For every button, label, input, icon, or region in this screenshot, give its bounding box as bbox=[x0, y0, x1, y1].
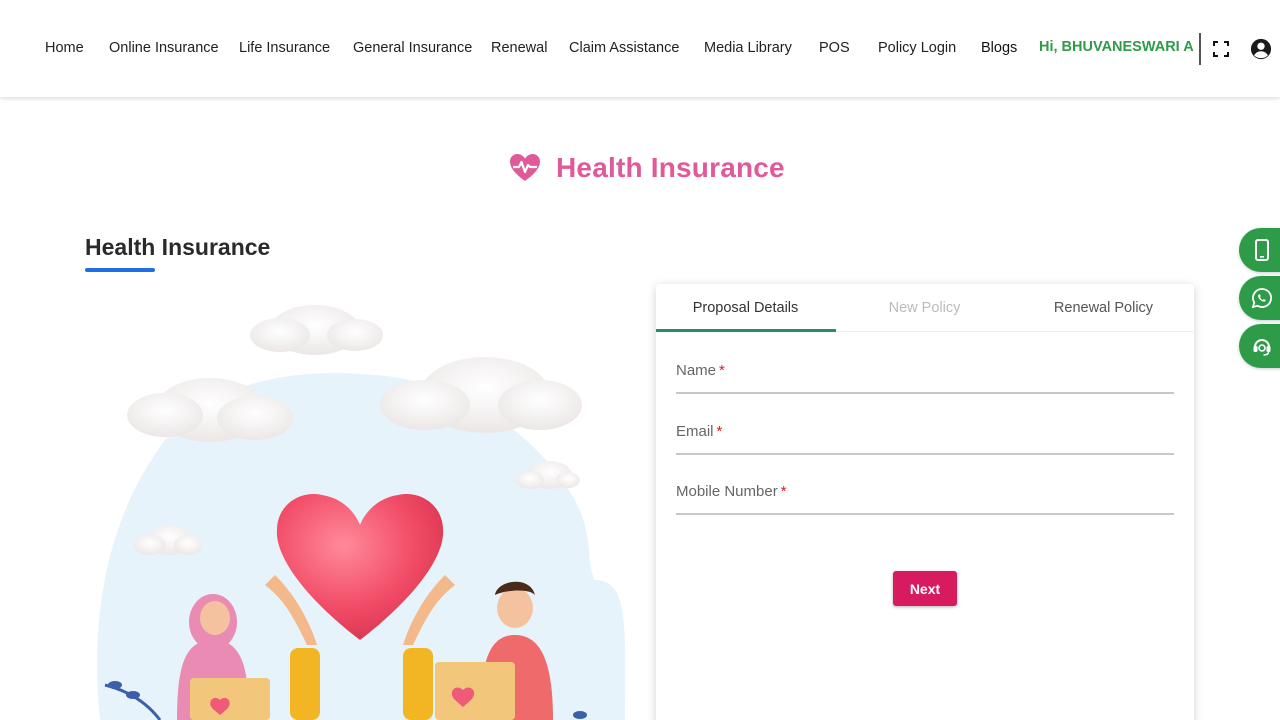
tab-new-policy[interactable]: New Policy bbox=[835, 284, 1014, 332]
name-field[interactable]: Name * bbox=[676, 354, 1174, 394]
top-navbar: Home Online Insurance Life Insurance Gen… bbox=[0, 0, 1280, 97]
email-underline bbox=[676, 453, 1174, 455]
mobile-icon bbox=[1255, 239, 1269, 261]
brand-title: Health Insurance bbox=[556, 152, 785, 183]
mobile-number-field[interactable]: Mobile Number * bbox=[676, 475, 1174, 515]
nav-blogs[interactable]: Blogs bbox=[981, 40, 1017, 56]
nav-claim-assistance[interactable]: Claim Assistance bbox=[569, 40, 679, 56]
nav-divider bbox=[1199, 33, 1201, 65]
account-circle-icon[interactable] bbox=[1250, 38, 1272, 60]
name-label: Name bbox=[676, 362, 717, 379]
tab-renewal-policy[interactable]: Renewal Policy bbox=[1014, 284, 1193, 332]
proposal-form-card: Proposal Details New Policy Renewal Poli… bbox=[656, 284, 1194, 720]
heart-pulse-icon bbox=[510, 154, 540, 181]
call-side-button[interactable] bbox=[1239, 228, 1280, 272]
section-underline bbox=[85, 268, 155, 272]
nav-policy-login[interactable]: Policy Login bbox=[878, 40, 956, 56]
page-heading: Health Insurance bbox=[508, 148, 785, 188]
nav-online-insurance[interactable]: Online Insurance bbox=[109, 40, 219, 56]
required-mark: * bbox=[780, 483, 787, 500]
nav-home[interactable]: Home bbox=[45, 40, 84, 56]
nav-media-library[interactable]: Media Library bbox=[704, 40, 792, 56]
section-title: Health Insurance bbox=[85, 234, 271, 260]
required-mark: * bbox=[716, 423, 723, 440]
required-mark: * bbox=[719, 362, 725, 379]
active-tab-indicator bbox=[656, 329, 836, 332]
nav-renewal[interactable]: Renewal bbox=[491, 40, 547, 56]
form-tabs: Proposal Details New Policy Renewal Poli… bbox=[656, 284, 1194, 332]
fullscreen-icon[interactable] bbox=[1213, 41, 1229, 57]
support-side-button[interactable] bbox=[1239, 324, 1280, 368]
nav-life-insurance[interactable]: Life Insurance bbox=[239, 40, 330, 56]
support-agent-icon bbox=[1253, 339, 1271, 356]
nav-general-insurance[interactable]: General Insurance bbox=[353, 40, 472, 56]
nav-pos[interactable]: POS bbox=[819, 40, 850, 56]
mobile-number-label: Mobile Number bbox=[676, 483, 778, 500]
next-button[interactable]: Next bbox=[893, 571, 957, 606]
whatsapp-side-button[interactable] bbox=[1239, 276, 1280, 320]
name-underline bbox=[676, 392, 1174, 394]
user-greeting[interactable]: Hi, BHUVANESWARI A bbox=[1039, 39, 1194, 55]
mobile-number-underline bbox=[676, 513, 1174, 515]
tab-proposal-details[interactable]: Proposal Details bbox=[656, 284, 835, 332]
email-field[interactable]: Email * bbox=[676, 415, 1174, 455]
email-label: Email bbox=[676, 423, 714, 440]
whatsapp-icon bbox=[1251, 288, 1272, 309]
health-insurance-illustration bbox=[97, 305, 626, 720]
